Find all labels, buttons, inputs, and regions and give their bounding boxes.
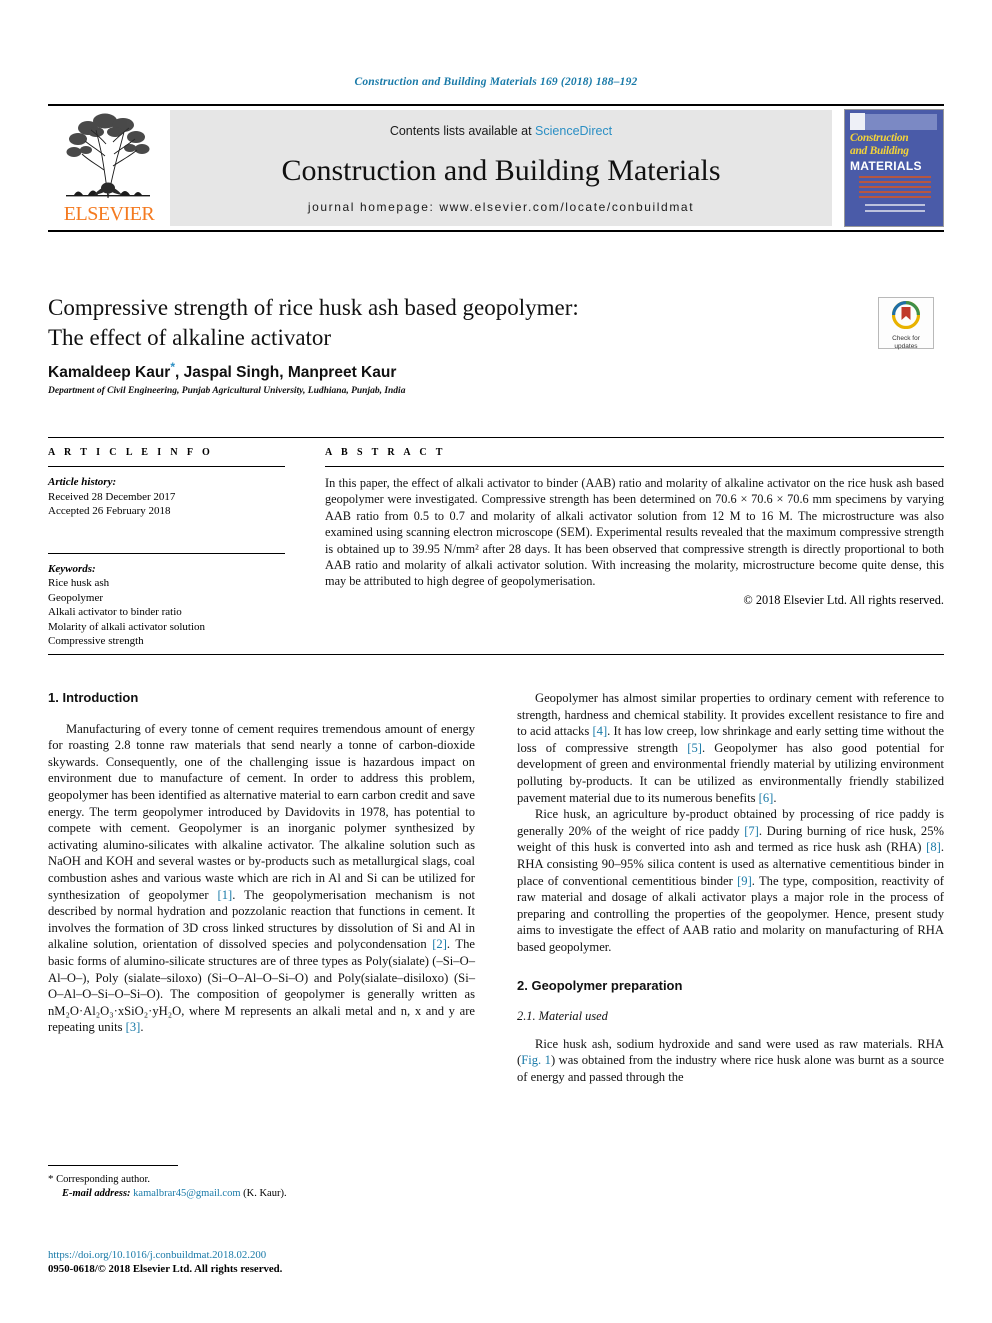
cover-blurb-lines xyxy=(859,176,931,202)
elsevier-tree-icon xyxy=(66,113,150,199)
journal-masthead: ELSEVIER Contents lists available at Sci… xyxy=(48,104,944,232)
article-info-heading: A R T I C L E I N F O xyxy=(48,447,214,458)
abstract-column: A B S T R A C T In this paper, the effec… xyxy=(325,447,944,608)
paragraph-rice-husk: Rice husk, an agriculture by-product obt… xyxy=(517,806,944,955)
citation-ref-1[interactable]: [1] xyxy=(218,888,233,902)
email-author-suffix: (K. Kaur). xyxy=(243,1187,287,1199)
paper-page: Construction and Building Materials 169 … xyxy=(0,0,992,1323)
section-heading-introduction: 1. Introduction xyxy=(48,690,139,705)
right-text-d: . xyxy=(773,790,777,805)
intro-text-c: . The basic forms of alumino-silicate st… xyxy=(48,937,475,1035)
keywords-rule xyxy=(48,552,285,554)
journal-homepage-link[interactable]: journal homepage: www.elsevier.com/locat… xyxy=(170,200,832,214)
cover-title-line1: Construction and Building xyxy=(850,132,940,158)
citation-ref-2[interactable]: [2] xyxy=(432,937,447,951)
citation-ref-7[interactable]: [7] xyxy=(744,824,759,838)
right3-text-b: ) was obtained from the industry where r… xyxy=(517,1053,944,1084)
title-line-2: The effect of alkaline activator xyxy=(48,325,332,350)
affiliation: Department of Civil Engineering, Punjab … xyxy=(48,386,406,396)
keyword-item: Alkali activator to binder ratio xyxy=(48,606,182,618)
keywords-block: Keywords: Rice husk ash Geopolymer Alkal… xyxy=(48,552,285,649)
asterisk-icon: * xyxy=(48,1173,54,1185)
author-list: Kamaldeep Kaur*, Jaspal Singh, Manpreet … xyxy=(48,360,768,382)
sciencedirect-link[interactable]: ScienceDirect xyxy=(535,124,612,138)
abstract-heading: A B S T R A C T xyxy=(325,447,446,458)
elsevier-logo: ELSEVIER xyxy=(48,106,170,230)
paragraph-geopolymer-properties: Geopolymer has almost similar properties… xyxy=(517,690,944,806)
crossmark-badge[interactable]: Check for updates xyxy=(878,297,934,350)
email-note: E-mail address: kamalbrar45@gmail.com (K… xyxy=(48,1187,475,1201)
citation-ref-4[interactable]: [4] xyxy=(592,724,607,738)
article-info-column: A R T I C L E I N F O Article history: R… xyxy=(48,447,285,649)
cover-line1-text: Construction xyxy=(850,132,909,144)
paragraph-material-used: Rice husk ash, sodium hydroxide and sand… xyxy=(517,1036,944,1086)
email-address-label: E-mail address: xyxy=(62,1187,131,1199)
keywords-heading: Keywords: xyxy=(48,562,96,575)
title-line-1: Compressive strength of rice husk ash ba… xyxy=(48,295,579,320)
section-heading-geopolymer-preparation: 2. Geopolymer preparation xyxy=(517,977,683,993)
keyword-item: Rice husk ash xyxy=(48,577,110,589)
article-received-date: Received 28 December 2017 xyxy=(48,490,176,503)
abstract-copyright: © 2018 Elsevier Ltd. All rights reserved… xyxy=(743,592,944,607)
body-column-right: Geopolymer has almost similar properties… xyxy=(517,690,944,1085)
footnote-rule xyxy=(48,1165,178,1166)
citation-ref-3[interactable]: [3] xyxy=(126,1020,141,1034)
contents-prefix: Contents lists available at xyxy=(389,124,532,138)
email-address-link[interactable]: kamalbrar45@gmail.com xyxy=(133,1188,240,1199)
article-accepted-date: Accepted 26 February 2018 xyxy=(48,505,171,517)
corresponding-author-text: Corresponding author. xyxy=(56,1174,151,1185)
corresponding-author-note: * Corresponding author. xyxy=(48,1173,475,1187)
info-abstract-band: A R T I C L E I N F O Article history: R… xyxy=(48,437,944,655)
authors-remaining: , Jaspal Singh, Manpreet Kaur xyxy=(175,364,397,382)
contents-available-line: Contents lists available at ScienceDirec… xyxy=(170,124,832,138)
abstract-rule xyxy=(325,466,944,467)
body-column-left: 1. Introduction Manufacturing of every t… xyxy=(48,690,475,1036)
crossmark-label: Check for updates xyxy=(879,335,933,350)
band-bottom-rule xyxy=(48,654,944,655)
paragraph-intro: Manufacturing of every tonne of cement r… xyxy=(48,721,475,1036)
elsevier-wordmark: ELSEVIER xyxy=(63,203,155,225)
issn-copyright-line: 0950-0618/© 2018 Elsevier Ltd. All right… xyxy=(48,1263,283,1275)
running-head: Construction and Building Materials 169 … xyxy=(354,76,638,88)
citation-ref-5[interactable]: [5] xyxy=(687,741,702,755)
doi-link[interactable]: https://doi.org/10.1016/j.conbuildmat.20… xyxy=(48,1248,475,1262)
doi-copyright-block: https://doi.org/10.1016/j.conbuildmat.20… xyxy=(48,1248,475,1276)
subsection-heading-material-used: 2.1. Material used xyxy=(517,1009,608,1024)
cover-line2-text: and Building xyxy=(850,145,909,157)
crossmark-label-line1: Check for xyxy=(892,335,920,342)
author-first: Kamaldeep Kaur xyxy=(48,364,171,382)
crossmark-label-line2: updates xyxy=(894,342,918,350)
journal-title: Construction and Building Materials xyxy=(281,154,721,187)
cover-title-line3: MATERIALS xyxy=(850,159,922,173)
abstract-text: In this paper, the effect of alkali acti… xyxy=(325,476,944,589)
intro-text-d: . xyxy=(140,1020,144,1035)
article-history-heading: Article history: xyxy=(48,476,117,488)
keyword-item: Molarity of alkali activator solution xyxy=(48,620,206,633)
band-top-rule xyxy=(48,437,944,438)
footnote-block: * Corresponding author. E-mail address: … xyxy=(48,1165,475,1200)
cover-footer-lines xyxy=(865,204,925,216)
citation-ref-9[interactable]: [9] xyxy=(737,874,752,888)
keyword-item: Geopolymer xyxy=(48,591,103,604)
page-title: Compressive strength of rice husk ash ba… xyxy=(48,293,768,353)
citation-ref-6[interactable]: [6] xyxy=(759,791,774,805)
masthead-center: Contents lists available at ScienceDirec… xyxy=(170,110,832,226)
citation-ref-8[interactable]: [8] xyxy=(926,840,941,854)
keyword-item: Compressive strength xyxy=(48,635,144,647)
cover-elsevier-mark-icon xyxy=(850,113,865,130)
figure-link-fig1[interactable]: Fig. 1 xyxy=(521,1053,551,1067)
crossmark-icon xyxy=(891,300,921,330)
article-info-rule xyxy=(48,466,285,467)
journal-cover-thumbnail: Construction and Building MATERIALS xyxy=(844,109,944,227)
intro-text-a: Manufacturing of every tonne of cement r… xyxy=(48,721,475,902)
